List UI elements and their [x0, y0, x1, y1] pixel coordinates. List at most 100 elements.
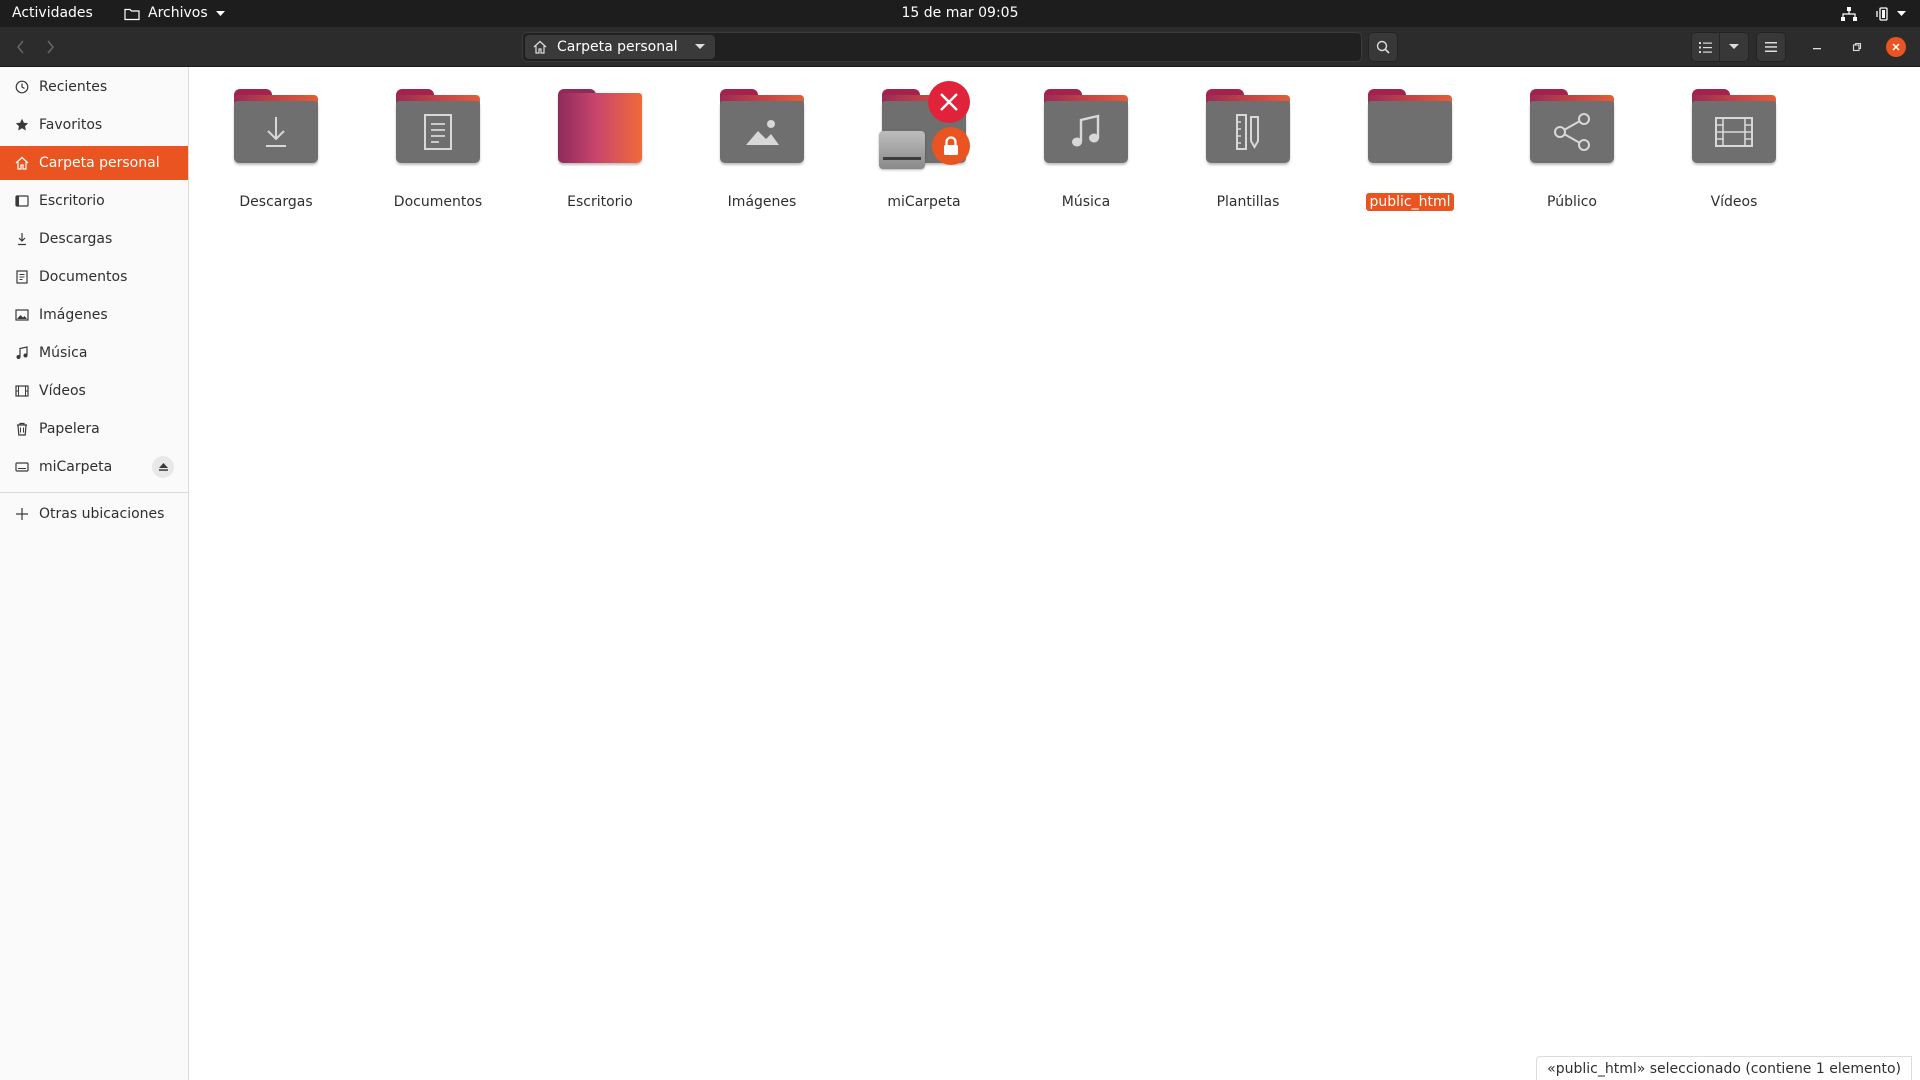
network-icon[interactable] [1841, 6, 1857, 21]
sidebar-item-papelera[interactable]: Papelera [0, 412, 188, 446]
disk-icon [879, 131, 925, 169]
folder-icon [124, 7, 140, 21]
file-name: Plantillas [1216, 194, 1280, 210]
file-item-public-html[interactable]: public_html [1340, 87, 1480, 211]
minimize-icon [1812, 42, 1822, 52]
file-item-descargas[interactable]: Descargas [206, 87, 346, 210]
sidebar-item-otras-ubicaciones[interactable]: Otras ubicaciones [0, 497, 188, 531]
clock-icon [14, 79, 30, 95]
file-name: miCarpeta [887, 194, 961, 210]
folder-icon [1692, 87, 1776, 167]
sidebar-item-label: Favoritos [39, 117, 103, 133]
folder-icon [234, 87, 318, 167]
maximize-button[interactable] [1847, 37, 1867, 57]
activities-button[interactable]: Actividades [12, 0, 93, 27]
music-icon [1070, 114, 1102, 150]
sidebar: Recientes Favoritos Carpeta personal Esc… [0, 67, 189, 1080]
path-segment-label: Carpeta personal [557, 39, 678, 55]
forward-button[interactable] [36, 34, 64, 60]
sidebar-item-recientes[interactable]: Recientes [0, 70, 188, 104]
location-bar[interactable]: Carpeta personal [522, 32, 1362, 62]
list-view-icon [1692, 33, 1720, 61]
sidebar-item-label: Vídeos [39, 383, 86, 399]
search-icon [1376, 40, 1390, 54]
sidebar-item-videos[interactable]: Vídeos [0, 374, 188, 408]
sidebar-item-label: Otras ubicaciones [39, 506, 165, 522]
clock[interactable]: 15 de mar 09:05 [902, 5, 1019, 21]
view-options-button[interactable] [1691, 32, 1749, 62]
file-name: Público [1547, 194, 1597, 210]
sidebar-item-escritorio[interactable]: Escritorio [0, 184, 188, 218]
star-icon [14, 117, 30, 133]
home-icon [14, 155, 30, 171]
sidebar-item-imagenes[interactable]: Imágenes [0, 298, 188, 332]
lock-icon [932, 127, 970, 165]
sidebar-item-label: Imágenes [39, 307, 108, 323]
power-icon[interactable] [1875, 6, 1906, 21]
video-icon [1714, 116, 1754, 148]
drive-icon [14, 459, 30, 475]
forward-icon [45, 40, 55, 54]
maximize-icon [1852, 42, 1862, 52]
file-name: Vídeos [1710, 194, 1758, 210]
folder-icon [1206, 87, 1290, 167]
file-item-escritorio[interactable]: Escritorio [530, 87, 670, 210]
file-item-musica[interactable]: Música [1016, 87, 1156, 210]
back-button[interactable] [7, 34, 35, 60]
sidebar-item-micarpeta[interactable]: miCarpeta [0, 450, 188, 484]
file-name: Música [1061, 194, 1111, 210]
sidebar-separator [0, 492, 188, 493]
file-name: Imágenes [727, 194, 797, 210]
sidebar-item-label: Documentos [39, 269, 128, 285]
sidebar-item-musica[interactable]: Música [0, 336, 188, 370]
folder-icon [720, 87, 804, 167]
eject-button[interactable] [152, 456, 174, 478]
file-item-publico[interactable]: Público [1502, 87, 1642, 210]
main-menu-button[interactable] [1756, 32, 1786, 62]
caret-down-icon [1720, 44, 1748, 50]
file-item-videos[interactable]: Vídeos [1664, 87, 1804, 210]
status-text: «public_html» seleccionado (contiene 1 e… [1547, 1060, 1901, 1077]
eject-icon [158, 463, 168, 471]
header-bar: Carpeta personal [0, 27, 1920, 67]
sidebar-item-label: Carpeta personal [39, 155, 160, 171]
sidebar-item-descargas[interactable]: Descargas [0, 222, 188, 256]
path-segment-home[interactable]: Carpeta personal [525, 35, 715, 59]
template-icon [1235, 113, 1261, 151]
music-icon [14, 345, 30, 361]
back-icon [16, 40, 26, 54]
home-icon [533, 40, 547, 54]
sidebar-item-favoritos[interactable]: Favoritos [0, 108, 188, 142]
status-bar: «public_html» seleccionado (contiene 1 e… [1536, 1056, 1912, 1080]
sidebar-item-label: Descargas [39, 231, 113, 247]
file-item-micarpeta[interactable]: miCarpeta [854, 81, 994, 210]
close-icon [1891, 42, 1901, 52]
file-name: public_html [1366, 193, 1454, 211]
top-bar: Actividades Archivos 15 de mar 09:05 [0, 0, 1920, 27]
system-tray[interactable] [1841, 0, 1906, 27]
search-button[interactable] [1368, 32, 1398, 62]
caret-down-icon[interactable] [695, 44, 705, 50]
sidebar-item-label: Música [39, 345, 88, 361]
image-icon [14, 307, 30, 323]
drive-icon [879, 81, 970, 169]
minimize-button[interactable] [1807, 37, 1827, 57]
desktop-icon [14, 193, 30, 209]
document-icon [14, 269, 30, 285]
file-grid: Descargas Documentos Escritorio Imágenes [189, 67, 1920, 1080]
sidebar-item-label: Recientes [39, 79, 108, 95]
sidebar-item-documentos[interactable]: Documentos [0, 260, 188, 294]
error-icon [928, 81, 970, 123]
document-icon [423, 113, 453, 151]
folder-icon [396, 87, 480, 167]
sidebar-item-label: Escritorio [39, 193, 105, 209]
file-item-documentos[interactable]: Documentos [368, 87, 508, 210]
video-icon [14, 383, 30, 399]
file-item-imagenes[interactable]: Imágenes [692, 87, 832, 210]
sidebar-item-carpeta-personal[interactable]: Carpeta personal [0, 146, 188, 180]
folder-icon [1044, 87, 1128, 167]
file-name: Descargas [239, 194, 313, 210]
close-button[interactable] [1886, 37, 1906, 57]
file-item-plantillas[interactable]: Plantillas [1178, 87, 1318, 210]
app-menu[interactable]: Archivos [124, 0, 225, 27]
